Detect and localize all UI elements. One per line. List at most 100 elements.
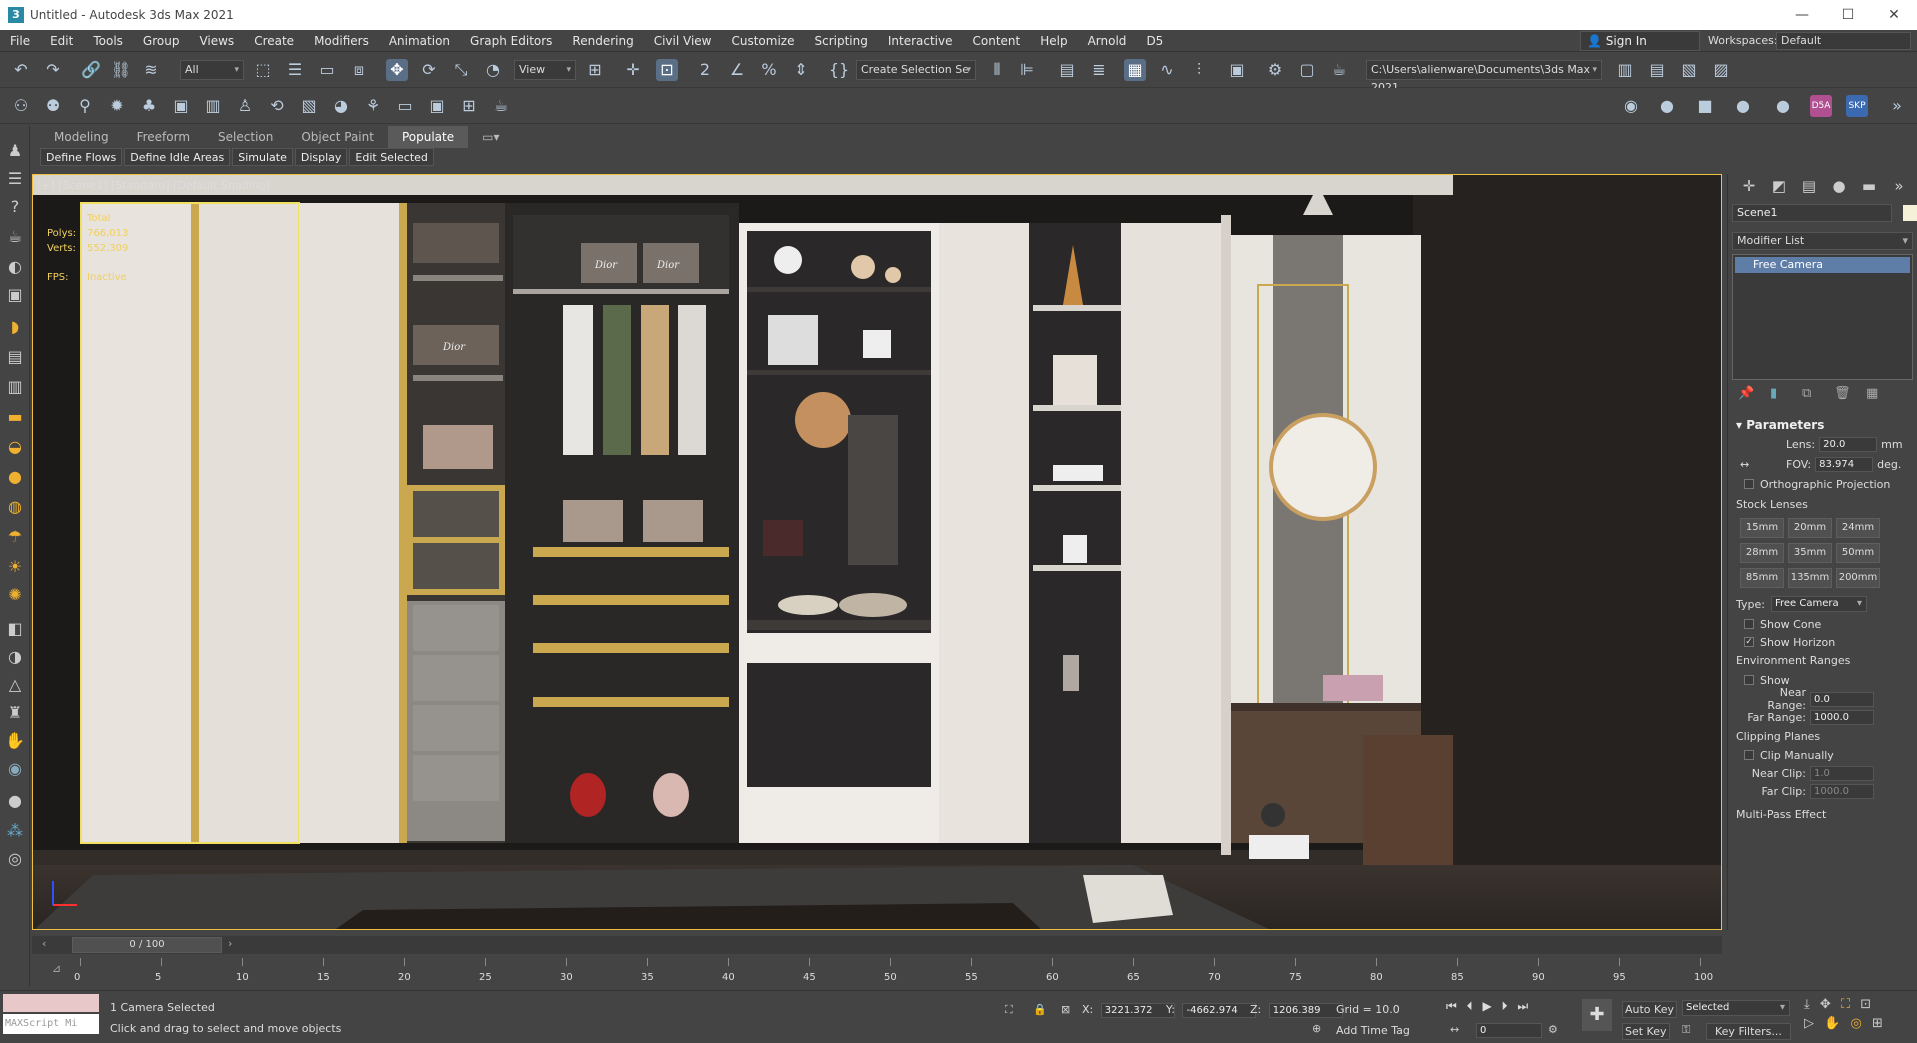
set-keys-icon[interactable]: ✚ [1582,999,1612,1031]
manipulate-icon[interactable]: ✛ [622,59,644,81]
populate-crowd-icon[interactable]: ⚇ [10,95,32,117]
key-filters-button[interactable]: Key Filters... [1706,1023,1791,1040]
lens-28mm-button[interactable]: 28mm [1740,543,1784,563]
figure-icon[interactable]: ♙ [234,95,256,117]
fov-spinner[interactable]: 83.974 [1815,456,1874,472]
camera-icon[interactable]: ◎ [4,848,26,870]
set-key-button[interactable]: Set Key [1622,1023,1670,1040]
bind-space-warp-icon[interactable]: ≋ [140,59,162,81]
menu-arnold[interactable]: Arnold [1078,30,1137,52]
edit-selected-button[interactable]: Edit Selected [349,148,434,166]
render-setup-icon[interactable]: ⚙ [1264,59,1286,81]
curve-editor-icon[interactable]: ∿ [1156,59,1178,81]
show-horizon-checkbox[interactable]: ✓ [1744,637,1754,647]
zoom-extents-all-icon[interactable]: ⊡ [1860,997,1871,1012]
time-prev-icon[interactable]: ‹ [42,937,46,950]
more-tabs-icon[interactable]: » [1884,177,1914,195]
orbit-icon[interactable]: ◐ [4,256,26,278]
umbrella-icon[interactable]: ☂ [4,526,26,548]
project-folder-icon[interactable]: ▥ [1614,59,1636,81]
figure-create-icon[interactable]: ♜ [4,702,26,724]
current-frame-field[interactable]: 0 [1476,1023,1542,1038]
teapot-create-icon[interactable]: ☕ [4,226,26,248]
menu-edit[interactable]: Edit [40,30,83,52]
time-slider[interactable]: 0 / 100 [72,937,222,953]
clip-manually-checkbox[interactable] [1744,750,1754,760]
render-sync-icon[interactable]: ● [1732,95,1754,117]
cycle-icon[interactable]: ⟲ [266,95,288,117]
y-coordinate-field[interactable]: -4662.974 [1182,1003,1257,1018]
lens-135mm-button[interactable]: 135mm [1788,568,1832,588]
create-tab-icon[interactable]: ✛ [1734,177,1764,195]
material-sync-icon[interactable]: ● [1772,95,1794,117]
next-frame-icon[interactable]: ⏵ [1502,999,1508,1013]
grid-icon[interactable]: ⊞ [458,95,480,117]
field-of-view-icon[interactable]: ▷ [1804,1016,1814,1031]
key-filters-icon[interactable]: ⚿ [1682,1023,1690,1037]
render-production-icon[interactable]: ☕ [1328,59,1350,81]
populate-walker-icon[interactable]: ♟ [4,140,26,162]
menu-help[interactable]: Help [1030,30,1077,52]
sync-icon[interactable]: ● [1656,95,1678,117]
dome-icon[interactable]: ◒ [4,436,26,458]
key-mode-icon[interactable]: ↔ [1450,1023,1459,1036]
camera-sync-icon[interactable]: ■ [1694,95,1716,117]
menu-graph-editors[interactable]: Graph Editors [460,30,562,52]
viewport-label[interactable]: [+] [Scene1] [Standard] [Default Shading… [37,179,270,192]
book-icon[interactable]: ▥ [202,95,224,117]
maximize-viewport-icon[interactable]: ⊞ [1872,1016,1883,1031]
show-cone-checkbox[interactable] [1744,619,1754,629]
lens-35mm-button[interactable]: 35mm [1788,543,1832,563]
sun-light-icon[interactable]: ✹ [106,95,128,117]
define-idle-areas-button[interactable]: Define Idle Areas [124,148,231,166]
project-path-dropdown[interactable]: C:\Users\alienware\Documents\3ds Max 202… [1366,60,1602,94]
angle-snap-icon[interactable]: ∠ [726,59,748,81]
align-icon[interactable]: ⊫ [1016,59,1038,81]
near-clip-spinner[interactable]: 1.0 [1810,765,1874,781]
expand-toolbar-icon[interactable]: » [1886,95,1908,117]
menu-civil-view[interactable]: Civil View [644,30,722,52]
material-editor-icon[interactable]: ▣ [1226,59,1248,81]
mirror-icon[interactable]: ⫴ [986,59,1008,81]
pin-stack-icon[interactable]: 📌 [1738,386,1770,401]
perspective-viewport[interactable]: [+] [Scene1] [Standard] [Default Shading… [32,174,1722,930]
selection-filter-dropdown[interactable]: All [180,60,244,80]
teapot-icon[interactable]: ☕ [490,95,512,117]
isolate-selection-icon[interactable]: ⛶ [1005,1003,1013,1017]
auto-key-button[interactable]: Auto Key [1622,1001,1677,1018]
rectangular-selection-icon[interactable]: ▭ [316,59,338,81]
shading-icon[interactable]: ◑ [4,646,26,668]
define-flows-button[interactable]: Define Flows [40,148,123,166]
cube-wire-icon[interactable]: ◧ [4,618,26,640]
toggle-ribbon-icon[interactable]: ▦ [1124,59,1146,81]
maximize-icon[interactable]: ☐ [1825,0,1871,30]
tab-modeling[interactable]: Modeling [40,126,123,148]
select-and-place-icon[interactable]: ◔ [482,59,504,81]
menu-animation[interactable]: Animation [379,30,460,52]
menu-tools[interactable]: Tools [83,30,133,52]
env-show-checkbox[interactable] [1744,675,1754,685]
go-to-end-icon[interactable]: ⏭ [1517,999,1528,1013]
project-manager-icon[interactable]: ▧ [1678,59,1700,81]
menu-d5[interactable]: D5 [1136,30,1173,52]
sign-in-button[interactable]: 👤 Sign In [1580,31,1700,51]
absolute-mode-icon[interactable]: ⊠ [1061,1003,1070,1016]
add-time-tag[interactable]: Add Time Tag [1336,1024,1410,1037]
close-icon[interactable]: ✕ [1871,0,1917,30]
keyboard-shortcut-override-icon[interactable]: ⊡ [656,59,678,81]
tab-freeform[interactable]: Freeform [123,126,204,148]
fov-direction-icon[interactable]: ↔ [1740,458,1764,471]
menu-rendering[interactable]: Rendering [562,30,643,52]
tab-populate[interactable]: Populate [387,126,469,148]
simulate-button[interactable]: Simulate [232,148,293,166]
display-tab-icon[interactable]: ▬ [1854,177,1884,195]
set-project-icon[interactable]: ▤ [1646,59,1668,81]
select-and-move-icon[interactable]: ✥ [386,59,408,81]
display-button[interactable]: Display [294,148,348,166]
menu-customize[interactable]: Customize [721,30,804,52]
zoom-icon[interactable]: ⤓ [1804,997,1810,1012]
sparkle-icon[interactable]: ✺ [4,584,26,606]
maxscript-listener[interactable]: MAXScript Mi [3,994,99,1038]
layer-explorer-icon[interactable]: ≣ [1088,59,1110,81]
particles-icon[interactable]: ⁂ [4,820,26,842]
